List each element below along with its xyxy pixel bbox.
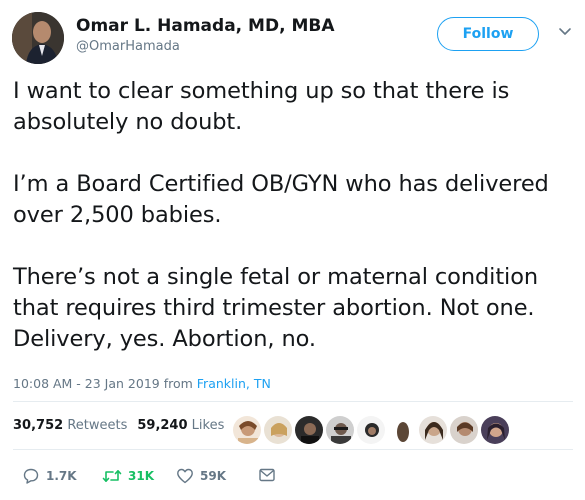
- chevron-down-icon[interactable]: [556, 22, 574, 40]
- tweet-text: I want to clear something up so that the…: [13, 76, 578, 355]
- liker-avatar[interactable]: [294, 415, 324, 445]
- tweet-stats: 30,752 Retweets 59,240 Likes: [13, 418, 224, 433]
- liker-avatar[interactable]: [356, 415, 386, 445]
- avatar[interactable]: [12, 12, 64, 64]
- liker-avatar[interactable]: [325, 415, 355, 445]
- timestamp[interactable]: 10:08 AM - 23 Jan 2019 from: [13, 376, 193, 391]
- liker-avatars: [232, 415, 511, 445]
- likes-count: 59,240: [137, 418, 188, 433]
- tweet-paragraph: There’s not a single fetal or maternal c…: [13, 264, 539, 352]
- retweets-stat[interactable]: 30,752 Retweets: [13, 418, 127, 433]
- tweet-paragraph: I want to clear something up so that the…: [13, 78, 510, 135]
- liker-avatar[interactable]: [480, 415, 510, 445]
- retweets-count: 30,752: [13, 418, 64, 433]
- reply-button[interactable]: 1.7K: [22, 467, 77, 485]
- retweet-button[interactable]: 31K: [102, 467, 154, 485]
- divider: [13, 401, 573, 402]
- retweet-count: 31K: [128, 469, 154, 483]
- tweet-meta: 10:08 AM - 23 Jan 2019 from Franklin, TN: [13, 376, 271, 391]
- reply-icon: [23, 468, 39, 484]
- profile-photo-icon: [12, 12, 64, 64]
- envelope-icon: [259, 468, 275, 482]
- retweets-label: Retweets: [67, 418, 128, 433]
- divider: [13, 449, 573, 450]
- like-button[interactable]: 59K: [176, 467, 226, 485]
- liker-avatar[interactable]: [232, 415, 262, 445]
- liker-avatar[interactable]: [263, 415, 293, 445]
- likes-label: Likes: [191, 418, 225, 433]
- tweet-paragraph: I’m a Board Certified OB/GYN who has del…: [13, 171, 549, 228]
- liker-avatar[interactable]: [418, 415, 448, 445]
- follow-button[interactable]: Follow: [437, 17, 539, 51]
- direct-message-button[interactable]: [258, 467, 282, 483]
- likes-stat[interactable]: 59,240 Likes: [137, 418, 224, 433]
- retweet-icon: [102, 470, 122, 482]
- display-name[interactable]: Omar L. Hamada, MD, MBA: [76, 16, 335, 36]
- liker-avatar[interactable]: [387, 415, 417, 445]
- tweet-card: Omar L. Hamada, MD, MBA @OmarHamada Foll…: [0, 0, 585, 500]
- location-link[interactable]: Franklin, TN: [197, 376, 271, 391]
- heart-icon: [177, 468, 193, 484]
- reply-count: 1.7K: [46, 469, 77, 483]
- like-count: 59K: [200, 469, 226, 483]
- user-handle[interactable]: @OmarHamada: [76, 39, 180, 54]
- liker-avatar[interactable]: [449, 415, 479, 445]
